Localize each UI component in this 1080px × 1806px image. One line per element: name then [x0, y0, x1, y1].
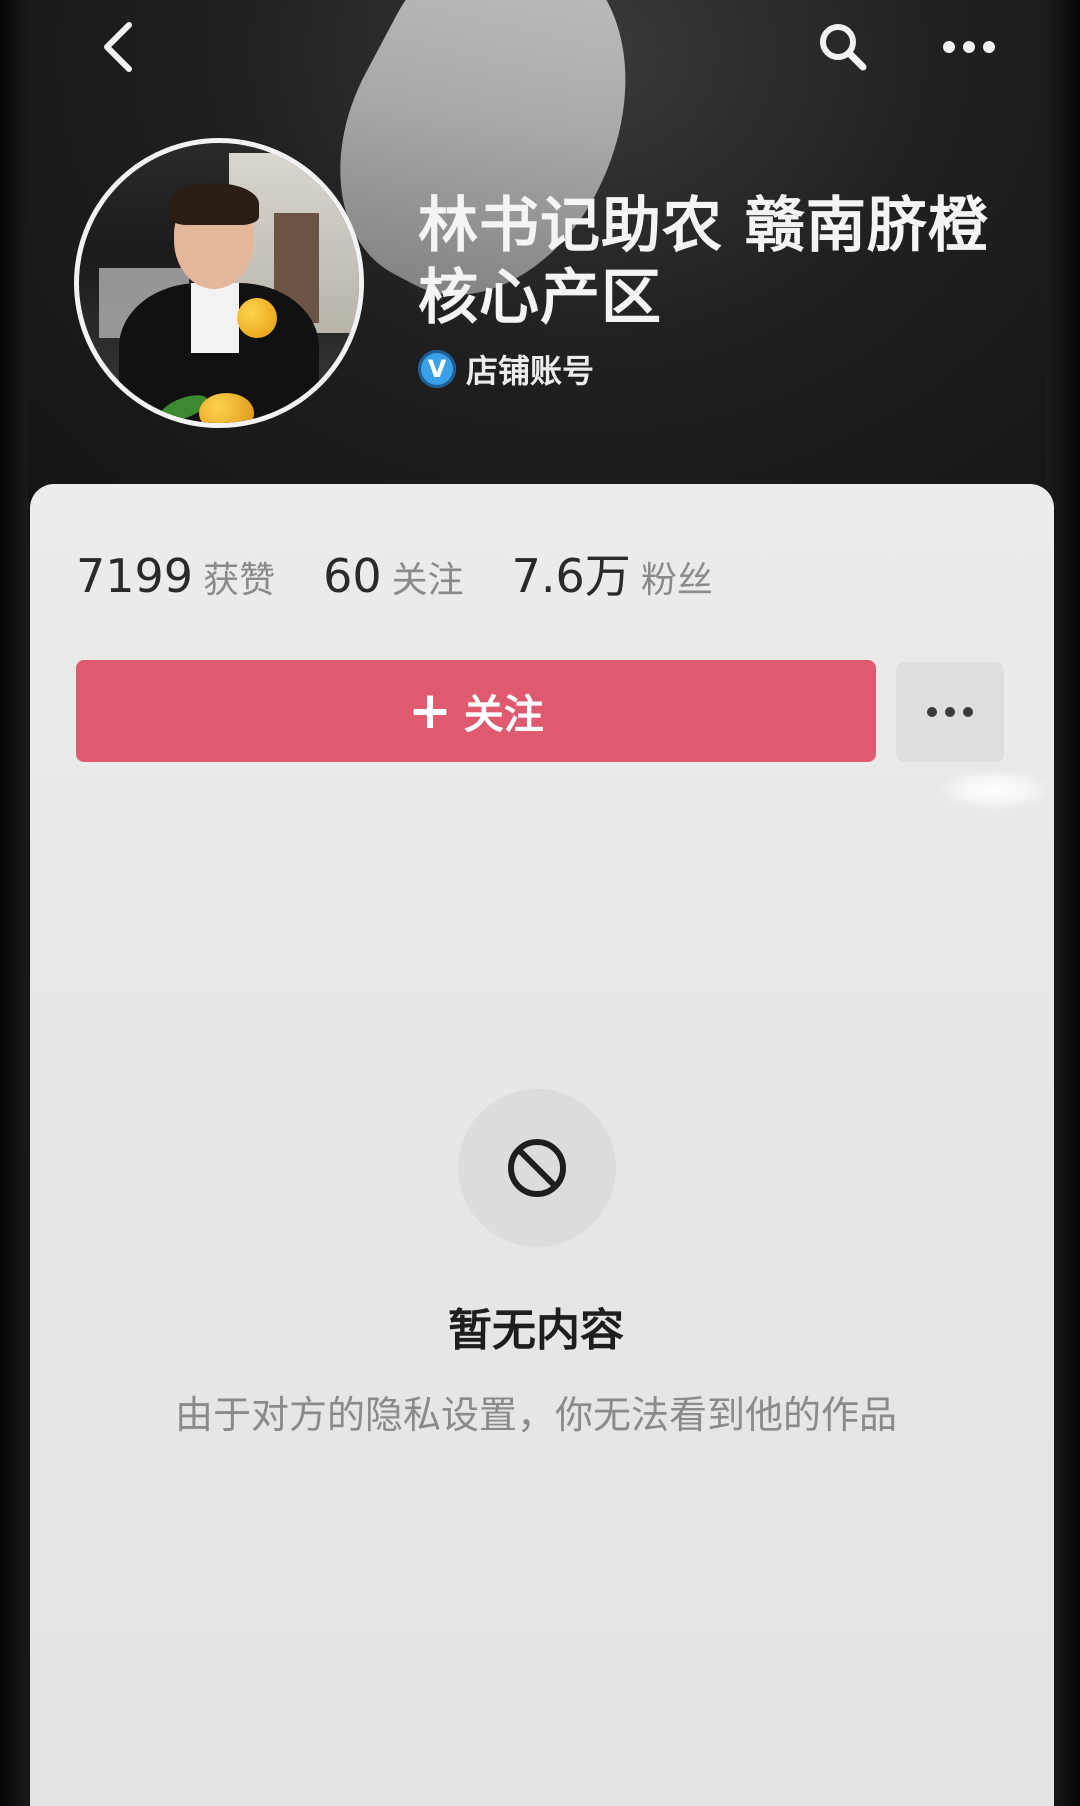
stats-row: 7199 获赞 60 关注 7.6万 粉丝: [76, 540, 761, 606]
search-button[interactable]: [808, 12, 878, 82]
stat-likes[interactable]: 7199 获赞: [76, 549, 275, 603]
follow-button[interactable]: + 关注: [76, 660, 876, 762]
stat-label: 关注: [391, 560, 464, 601]
stat-value: 7199: [76, 549, 194, 603]
stat-following[interactable]: 60 关注: [323, 549, 464, 603]
more-horizontal-icon: [927, 707, 973, 717]
avatar[interactable]: [74, 138, 364, 428]
profile-screen: 林书记助农 赣南脐橙核心产区 V 店铺账号 7199 获赞 60 关注 7.6万…: [0, 0, 1080, 1806]
avatar-orange: [237, 298, 277, 338]
device-edge-left: [0, 0, 28, 1806]
more-horizontal-icon: [943, 41, 995, 53]
follow-button-label: 关注: [463, 692, 544, 738]
stat-value: 60: [323, 549, 382, 603]
avatar-shirt: [191, 283, 239, 353]
more-options-button[interactable]: [934, 12, 1004, 82]
account-type-tag[interactable]: V 店铺账号: [418, 348, 594, 390]
more-actions-button[interactable]: [896, 662, 1004, 762]
empty-state-title: 暂无内容: [448, 1305, 624, 1356]
back-button[interactable]: [84, 12, 154, 82]
verified-badge-icon: V: [418, 350, 456, 388]
chevron-left-icon: [104, 22, 132, 72]
avatar-hair: [169, 183, 259, 225]
search-icon: [820, 24, 867, 71]
empty-state-description: 由于对方的隐私设置，你无法看到他的作品: [174, 1393, 897, 1437]
stat-label: 粉丝: [640, 560, 713, 601]
top-bar: [0, 0, 1080, 100]
profile-card: 7199 获赞 60 关注 7.6万 粉丝 + 关注 暂无内容 由于对方的隐私设…: [30, 484, 1054, 1806]
stat-followers[interactable]: 7.6万 粉丝: [512, 540, 713, 606]
account-type-label: 店铺账号: [466, 352, 595, 390]
stat-label: 获赞: [203, 560, 276, 601]
profile-name: 林书记助农 赣南脐橙核心产区: [418, 191, 989, 333]
avatar-orange-2: [199, 393, 254, 423]
prohibited-icon: [508, 1139, 566, 1197]
stat-value: 7.6万: [511, 549, 631, 603]
screen-glare: [940, 770, 1050, 810]
plus-icon: +: [408, 681, 452, 741]
empty-state-icon-wrap: [458, 1089, 616, 1247]
